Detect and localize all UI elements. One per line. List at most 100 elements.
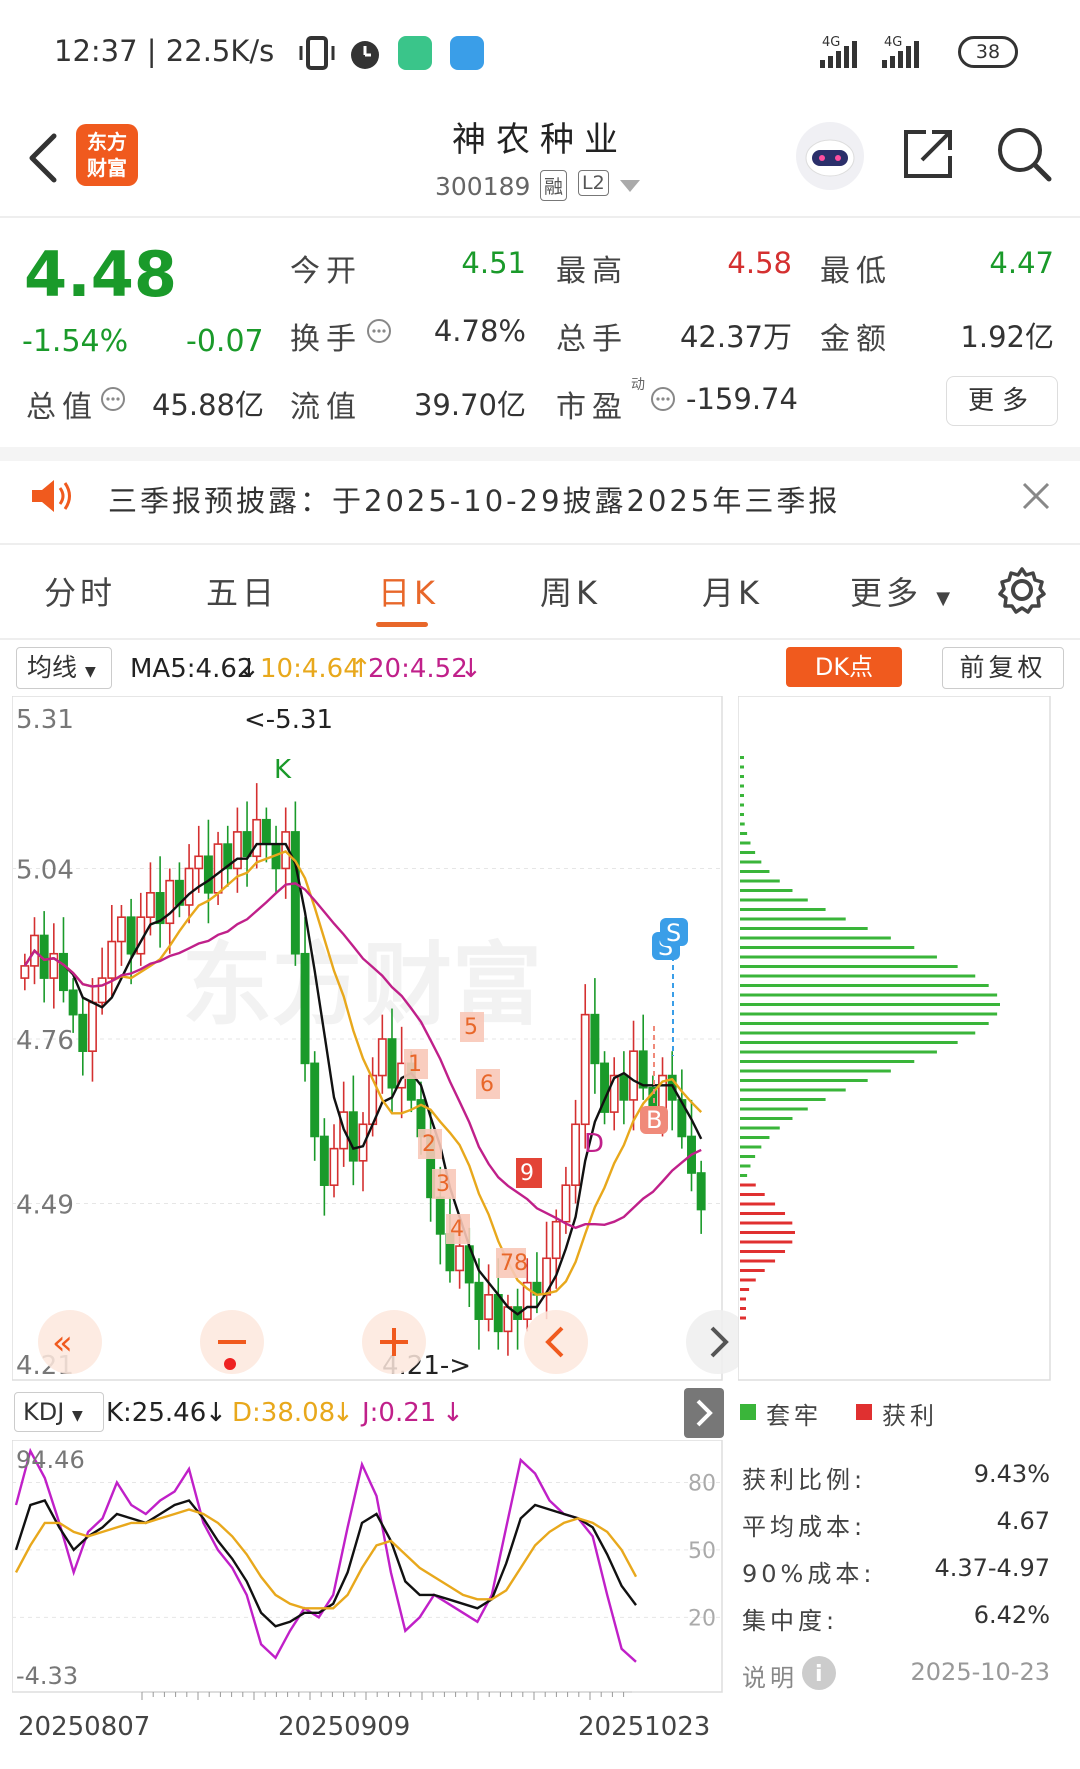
high-value: 4.58 — [727, 246, 792, 280]
tabs-divider — [0, 638, 1080, 640]
candle-body — [474, 1281, 484, 1320]
trapped-chip-bar — [740, 993, 998, 997]
pe-label: 市盈 — [556, 390, 628, 425]
open-label: 今开 — [290, 254, 362, 289]
tab-weekly-k[interactable]: 周K — [540, 568, 601, 614]
robot-avatar-icon[interactable] — [794, 120, 866, 192]
trapped-chip-bar — [740, 765, 744, 769]
mktcap-label: 总值 — [26, 390, 98, 425]
profit-chip-bar — [740, 1278, 756, 1282]
chip-distribution-chart — [738, 696, 1051, 1381]
profit-chip-bar — [740, 1193, 765, 1196]
zoom-out-button[interactable] — [200, 1310, 264, 1374]
info-circle-icon[interactable] — [650, 386, 676, 412]
svg-text:4G: 4G — [822, 36, 840, 50]
scroll-left-button[interactable]: « — [38, 1310, 102, 1374]
dk-point-button[interactable]: DK点 — [786, 647, 902, 687]
margin-tag: 融 — [540, 170, 568, 201]
kdj-y-top-label: 94.46 — [16, 1446, 85, 1474]
candle-body — [377, 1038, 387, 1077]
profit-legend-label: 获利 — [882, 1402, 938, 1430]
info-circle-icon[interactable] — [366, 318, 392, 344]
candle-body — [484, 1294, 494, 1320]
svg-text:«: « — [52, 1323, 73, 1363]
candlestick-chart[interactable]: 东方财富 5.315.044.764.494.21 <-5.314.21->KD… — [12, 696, 724, 1382]
close-icon[interactable] — [1020, 480, 1052, 512]
candle-body — [290, 831, 300, 955]
candle-body — [387, 1038, 397, 1089]
profit-chip-bar — [740, 1269, 765, 1272]
notice-text: 三季报预披露：于2025-10-29披露2025年三季报 — [108, 484, 841, 518]
ma-selector[interactable]: 均线 ▼ — [16, 647, 112, 689]
kdj-chart[interactable]: 94.46 -4.33 80 50 20 — [12, 1440, 724, 1700]
vibrate-icon — [299, 36, 335, 70]
trapped-chip-bar — [740, 1012, 998, 1016]
tab-more[interactable]: 更多 ▼ — [850, 568, 954, 614]
tab-intraday[interactable]: 分时 — [44, 568, 116, 614]
mktcap-value: 45.88亿 — [151, 388, 264, 422]
profit-ratio-label: 获利比例: — [742, 1466, 867, 1494]
candle-body — [348, 1111, 358, 1162]
trapped-chip-bar — [740, 1003, 1000, 1006]
turnover-value: 4.78% — [433, 314, 526, 348]
trapped-chip-bar — [740, 803, 744, 807]
step-left-button[interactable] — [524, 1310, 588, 1374]
trapped-chip-bar — [740, 927, 868, 930]
nine-count-label: 9 — [520, 1161, 534, 1186]
high-label: 最高 — [556, 254, 628, 289]
tab-monthly-k[interactable]: 月K — [702, 568, 763, 614]
kdj-ref-label: 50 — [688, 1539, 716, 1564]
trapped-legend-swatch — [740, 1404, 756, 1420]
profit-chip-bar — [740, 1316, 746, 1320]
more-button[interactable]: 更多 — [946, 376, 1058, 426]
info-circle-icon[interactable] — [100, 386, 126, 412]
trapped-chip-bar — [740, 1031, 976, 1035]
profit-chip-bar — [740, 1288, 750, 1291]
alarm-icon — [351, 41, 379, 69]
pe-dynamic-tag: 动 — [631, 377, 645, 393]
change-percent: -1.54% — [22, 324, 129, 359]
speaker-icon — [32, 480, 71, 512]
explain-label[interactable]: 说明 — [742, 1658, 798, 1693]
cost90-label: 90%成本: — [742, 1560, 876, 1588]
profit-legend-swatch — [856, 1404, 872, 1420]
cloud-app-icon — [450, 36, 484, 70]
candle-body — [252, 818, 262, 858]
trapped-chip-bar — [740, 860, 762, 864]
ma20-value: 20:4.52 — [368, 654, 468, 684]
adjust-button[interactable]: 前复权 — [942, 647, 1064, 689]
kdj-d-arrow: ↓ — [332, 1398, 354, 1428]
avg-cost-value: 4.67 — [996, 1507, 1050, 1535]
trapped-chip-bar — [740, 984, 989, 987]
candle-body — [493, 1294, 503, 1333]
turnover-label: 换手 — [290, 322, 362, 357]
trapped-chip-bar — [740, 879, 780, 883]
trapped-chip-bar — [740, 775, 744, 778]
open-value: 4.51 — [461, 246, 526, 280]
trapped-chip-bar — [740, 851, 756, 854]
expand-panel-button[interactable] — [684, 1388, 724, 1438]
info-icon[interactable]: i — [800, 1654, 838, 1692]
indicator-selector[interactable]: KDJ ▼ — [14, 1392, 104, 1432]
trapped-chip-bar — [740, 1041, 958, 1044]
x-date-start: 20250807 — [18, 1712, 151, 1742]
gear-icon[interactable] — [998, 566, 1046, 614]
chevron-down-icon[interactable] — [620, 180, 640, 194]
candle-body — [59, 952, 68, 992]
profit-chip-bar — [740, 1231, 795, 1234]
kdj-ref-label: 20 — [688, 1606, 716, 1631]
y-tick-label: 4.49 — [16, 1190, 74, 1220]
profit-chip-bar — [740, 1259, 776, 1263]
trapped-chip-bar — [740, 1107, 808, 1111]
tab-five-day[interactable]: 五日 — [206, 568, 278, 614]
candle-body — [503, 1306, 513, 1333]
tab-daily-k[interactable]: 日K — [378, 568, 439, 614]
zoom-in-button[interactable] — [362, 1310, 426, 1374]
kdj-k-value: K:25.46 — [106, 1398, 207, 1428]
trapped-chip-bar — [740, 974, 976, 978]
search-icon[interactable] — [994, 124, 1054, 184]
d-signal-mark: D — [584, 1129, 604, 1159]
candle-body — [435, 1196, 445, 1235]
share-icon[interactable] — [900, 126, 956, 182]
amount-value: 1.92亿 — [960, 320, 1054, 354]
